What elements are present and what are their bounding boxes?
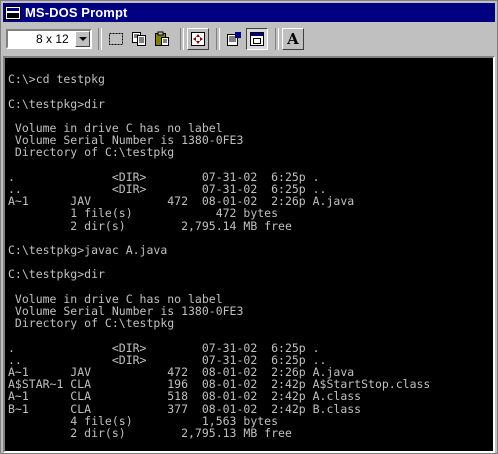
fullscreen-icon: [191, 32, 205, 46]
chevron-down-icon[interactable]: [75, 31, 90, 47]
console-line: Directory of C:\testpkg: [8, 145, 175, 160]
toolbar-separator: [216, 28, 220, 50]
window-title: MS-DOS Prompt: [25, 5, 128, 20]
console-line: 2 dir(s) 2,795.14 MB free: [8, 218, 292, 233]
paste-icon: [155, 31, 169, 46]
console-line: C:\testpkg>dir: [8, 267, 105, 282]
console-line: C:\>cd testpkg: [8, 72, 105, 87]
font-size-value: 8 x 12: [36, 32, 69, 46]
mark-icon: [109, 33, 123, 45]
toolbar-separator: [98, 28, 102, 50]
msdos-app-icon[interactable]: [5, 5, 21, 20]
fullscreen-button[interactable]: [187, 28, 209, 50]
copy-icon: [132, 32, 146, 46]
title-bar[interactable]: MS-DOS Prompt: [3, 3, 495, 22]
properties-icon: [227, 32, 241, 46]
font-button[interactable]: A: [282, 28, 304, 50]
mark-button[interactable]: [105, 28, 127, 50]
console-line: Directory of C:\testpkg: [8, 316, 175, 331]
background-button[interactable]: [246, 28, 268, 50]
console-line: C:\testpkg>dir: [8, 96, 105, 111]
font-size-select[interactable]: 8 x 12: [6, 29, 92, 49]
toolbar: 8 x 12 A: [3, 24, 495, 54]
properties-button[interactable]: [223, 28, 245, 50]
ms-dos-window: MS-DOS Prompt 8 x 12 A C:\>cd testpkg C:…: [0, 0, 498, 454]
paste-button[interactable]: [151, 28, 173, 50]
console-line: C:\testpkg>: [8, 451, 84, 452]
console-line: 2 dir(s) 2,795.13 MB free: [8, 426, 292, 441]
background-icon: [250, 32, 264, 46]
console-output-area[interactable]: C:\>cd testpkg C:\testpkg>dir Volume in …: [3, 56, 495, 453]
copy-button[interactable]: [128, 28, 150, 50]
console-line: C:\testpkg>javac A.java: [8, 243, 168, 258]
font-icon: A: [287, 29, 299, 48]
toolbar-separator: [275, 28, 279, 50]
toolbar-separator: [180, 28, 184, 50]
console-text: C:\>cd testpkg C:\testpkg>dir Volume in …: [5, 58, 493, 452]
